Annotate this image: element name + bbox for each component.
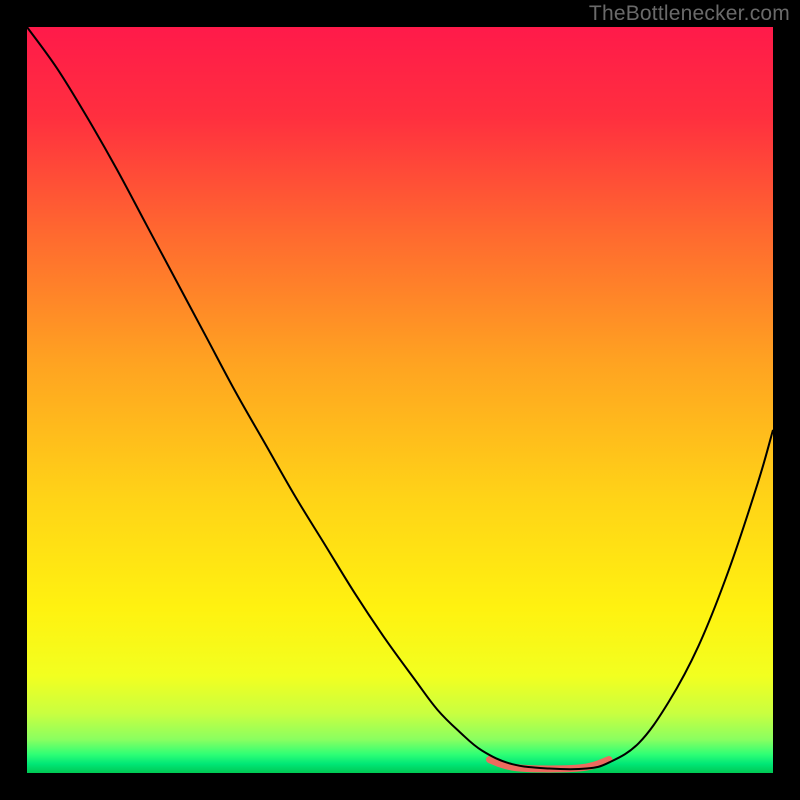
bottleneck-curve-series [27,27,773,769]
plot-area [27,27,773,773]
chart-curves [27,27,773,773]
watermark-text: TheBottlenecker.com [589,2,790,26]
chart-frame: TheBottlenecker.com [0,0,800,800]
